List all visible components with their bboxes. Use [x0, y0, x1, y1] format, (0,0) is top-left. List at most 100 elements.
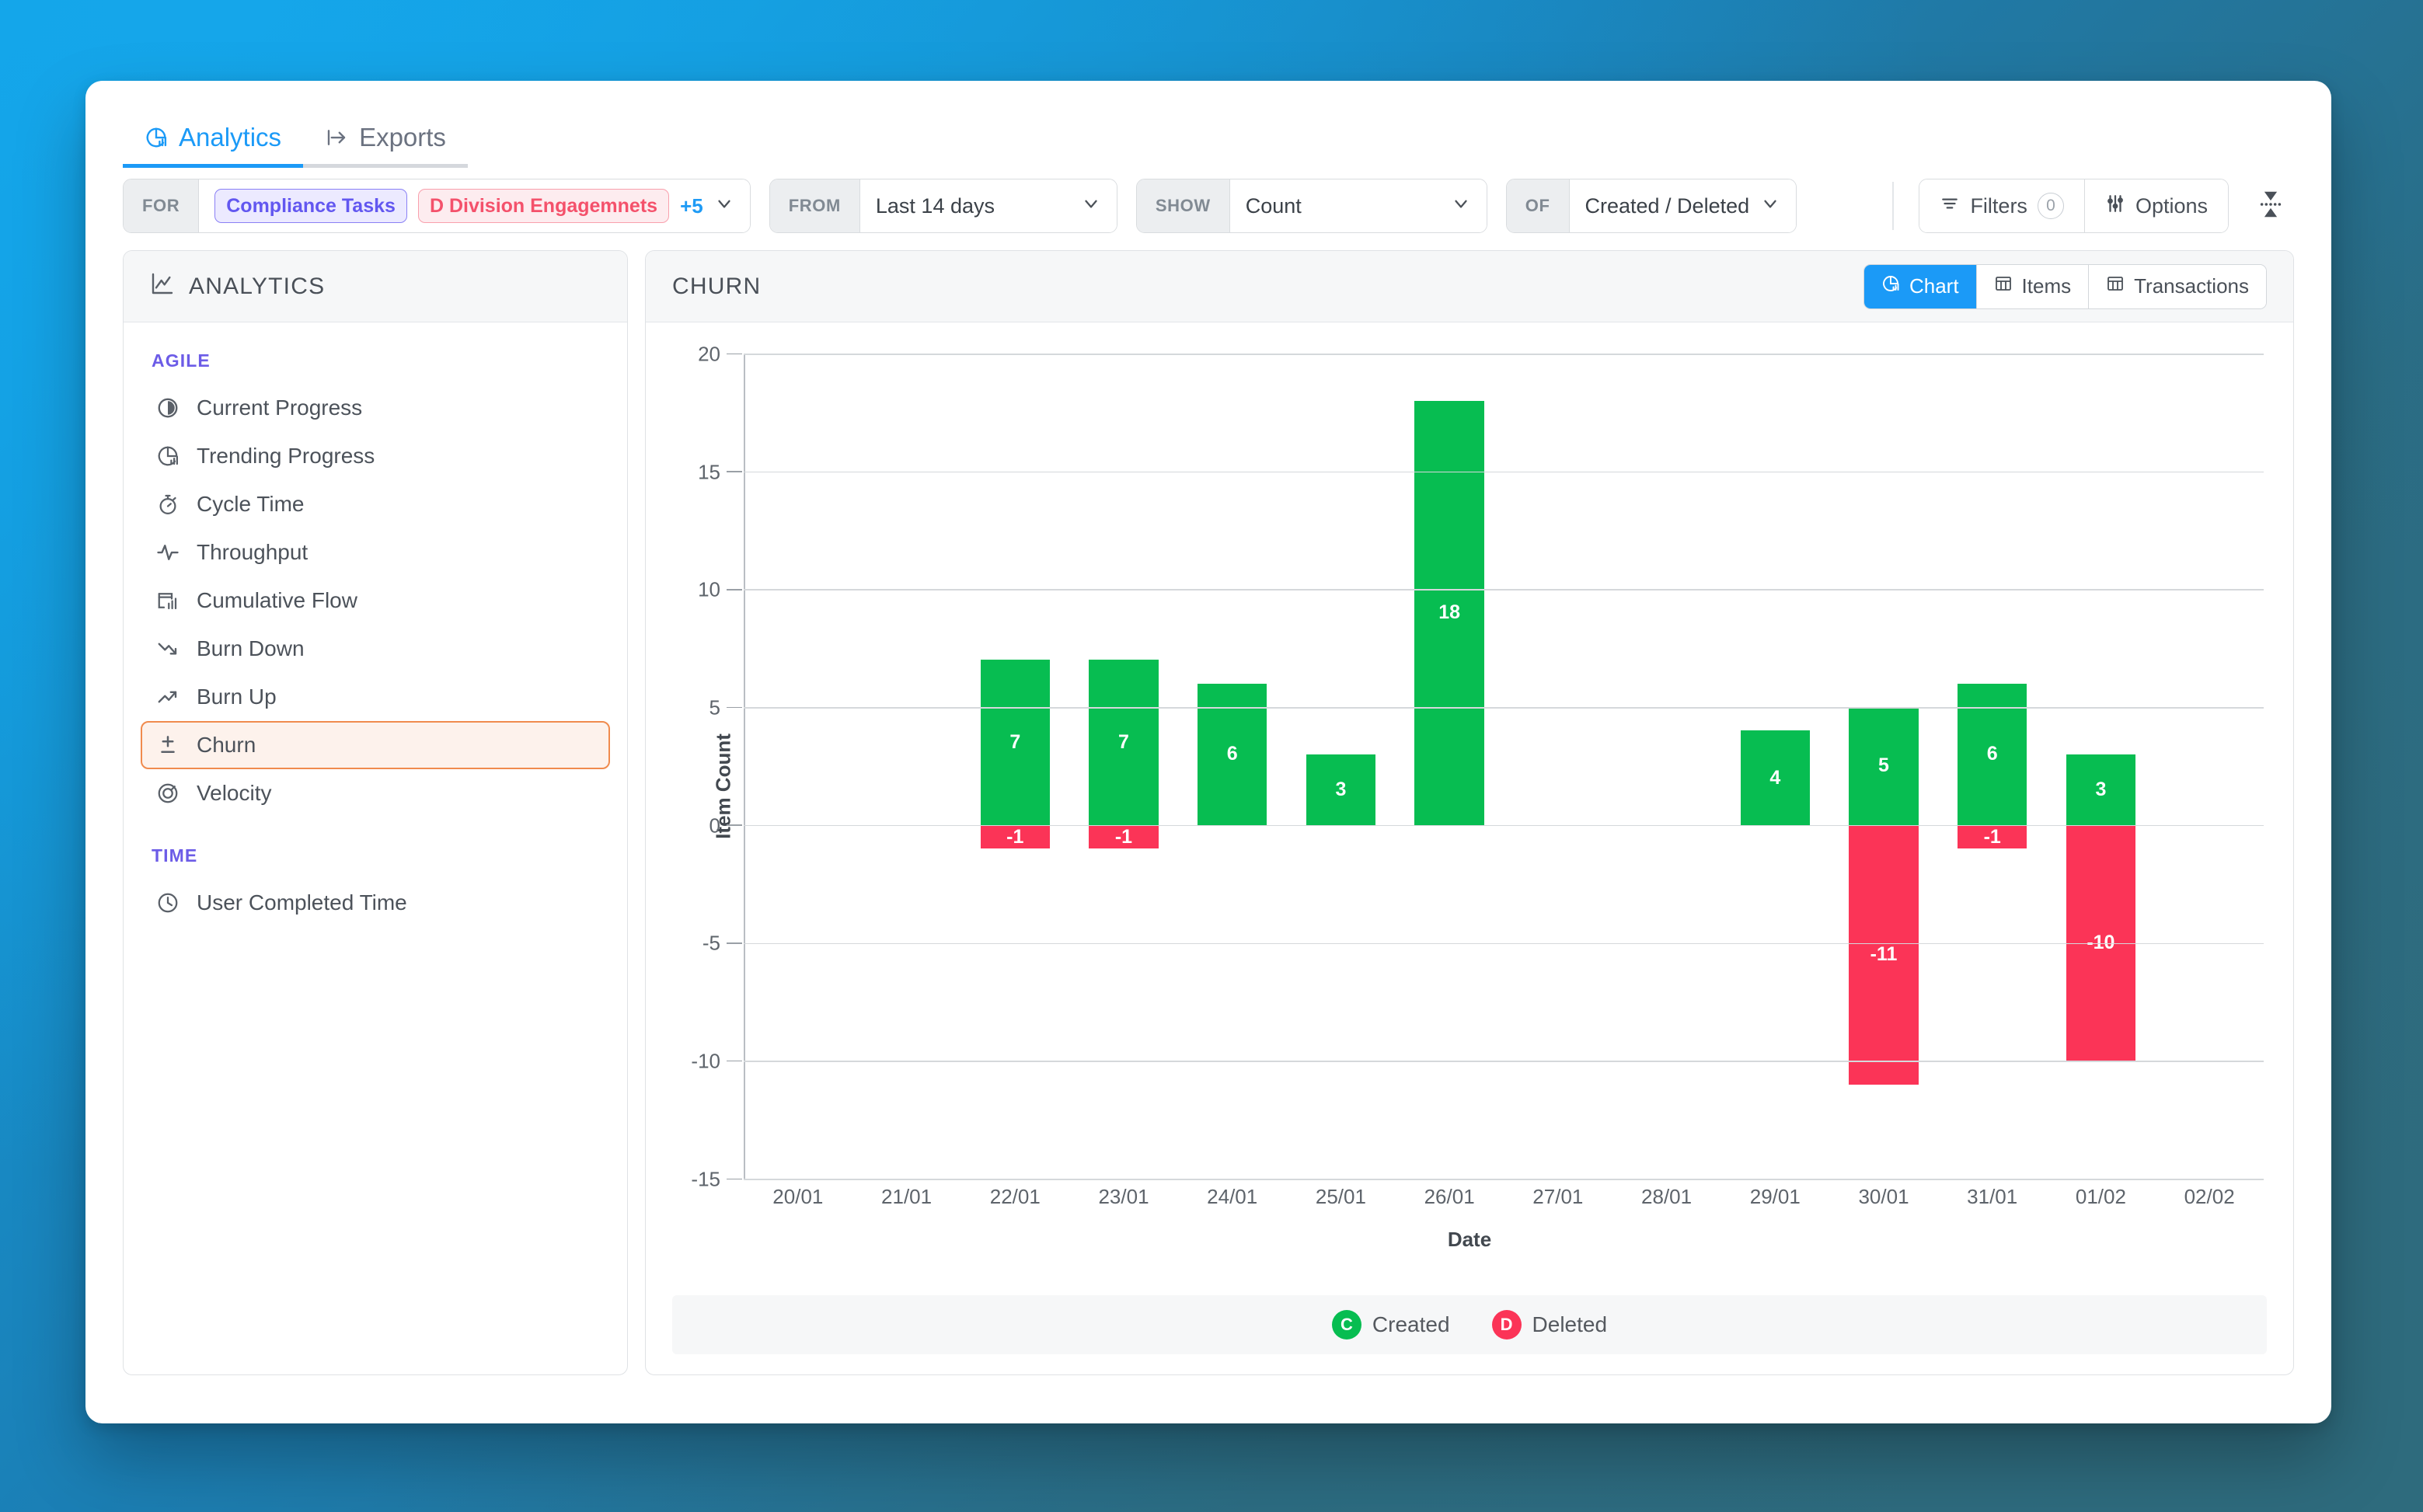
tab-transactions[interactable]: Transactions	[2088, 265, 2266, 308]
x-tick-label: 02/02	[2184, 1185, 2235, 1209]
tab-transactions-label: Transactions	[2134, 274, 2249, 298]
bar-column	[1504, 354, 1612, 1179]
x-tick-label: 30/01	[1858, 1185, 1909, 1209]
bar-deleted[interactable]: -1	[1089, 825, 1158, 848]
gridline: 10	[744, 589, 2264, 591]
from-label: FROM	[770, 179, 860, 232]
sidebar-item-user-completed-time[interactable]: User Completed Time	[141, 879, 610, 927]
bar-column: 3	[1287, 354, 1396, 1179]
options-button[interactable]: Options	[2084, 179, 2228, 232]
sidebar-item-burn-up[interactable]: Burn Up	[141, 673, 610, 721]
bar-column	[744, 354, 852, 1179]
chip-d-division-engagemnets[interactable]: D Division Engagemnets	[418, 189, 669, 224]
sidebar-item-cumulative-flow[interactable]: Cumulative Flow	[141, 577, 610, 625]
toolbar-divider	[1892, 182, 1894, 230]
pie-chart-icon	[145, 126, 168, 149]
bar-created[interactable]: 7	[981, 660, 1050, 824]
pie-chart-icon	[1881, 274, 1900, 298]
expand-collapse-icon	[2255, 184, 2286, 228]
sidebar-item-label: Current Progress	[197, 395, 362, 420]
gridline: 20	[744, 354, 2264, 355]
tab-analytics[interactable]: Analytics	[123, 124, 303, 168]
for-value[interactable]: Compliance Tasks D Division Engagemnets …	[199, 179, 749, 232]
of-select[interactable]: Created / Deleted	[1570, 179, 1797, 232]
table-icon	[2106, 274, 2125, 298]
x-tick-label: 23/01	[1098, 1185, 1149, 1209]
bar-column: 3-10	[2047, 354, 2156, 1179]
y-tick-label: 5	[709, 695, 720, 719]
top-tabbar: Analytics Exports	[85, 81, 2331, 168]
y-tick-label: -10	[691, 1050, 720, 1074]
show-value: Count	[1246, 194, 1302, 218]
y-tick	[727, 354, 742, 355]
sidebar-item-churn[interactable]: Churn	[141, 721, 610, 769]
bar-created[interactable]: 6	[1958, 684, 2027, 825]
tab-exports-label: Exports	[359, 124, 446, 150]
chevron-down-icon	[1760, 193, 1780, 219]
clock-icon	[155, 891, 181, 915]
chart-panel-header: CHURN Chart	[646, 251, 2293, 322]
chart-panel: CHURN Chart	[645, 250, 2294, 1375]
tab-chart[interactable]: Chart	[1864, 265, 1976, 308]
chart-legend: C Created D Deleted	[672, 1295, 2267, 1354]
y-tick	[727, 1179, 742, 1180]
bar-created[interactable]: 4	[1741, 730, 1810, 824]
sidebar-item-label: Cycle Time	[197, 492, 304, 517]
bar-column	[2155, 354, 2264, 1179]
chevron-down-icon[interactable]	[714, 193, 734, 219]
of-value: Created / Deleted	[1585, 194, 1750, 218]
view-toggle-group: Chart Items	[1863, 264, 2267, 309]
filter-toolbar: FOR Compliance Tasks D Division Engagemn…	[85, 168, 2331, 250]
bar-column: 6	[1178, 354, 1287, 1179]
x-tick-label: 25/01	[1316, 1185, 1366, 1209]
y-tick	[727, 824, 742, 826]
legend-item-created[interactable]: C Created	[1332, 1310, 1450, 1340]
sidebar-item-burn-down[interactable]: Burn Down	[141, 625, 610, 673]
sidebar-item-current-progress[interactable]: Current Progress	[141, 384, 610, 432]
bar-created[interactable]: 5	[1849, 707, 1918, 825]
x-axis-labels: 20/0121/0122/0123/0124/0125/0126/0127/01…	[744, 1185, 2264, 1216]
gridline: -10	[744, 1061, 2264, 1062]
tab-items[interactable]: Items	[1976, 265, 2089, 308]
chip-compliance-tasks[interactable]: Compliance Tasks	[214, 189, 407, 224]
filters-button[interactable]: Filters 0	[1919, 179, 2084, 232]
for-label: FOR	[124, 179, 199, 232]
for-more-count[interactable]: +5	[680, 194, 703, 218]
from-select[interactable]: Last 14 days	[860, 179, 1117, 232]
sidebar-item-throughput[interactable]: Throughput	[141, 528, 610, 577]
bar-created[interactable]: 6	[1198, 684, 1267, 825]
legend-deleted-dot: D	[1492, 1310, 1522, 1340]
bar-deleted[interactable]: -1	[1958, 825, 2027, 848]
bar-column	[1612, 354, 1721, 1179]
sidebar-item-cycle-time[interactable]: Cycle Time	[141, 480, 610, 528]
show-select[interactable]: Count	[1230, 179, 1487, 232]
stacked-bars-icon	[155, 589, 181, 612]
y-tick-label: 20	[698, 342, 720, 366]
gridline: 0	[744, 825, 2264, 827]
stopwatch-icon	[155, 493, 181, 516]
plus-minus-icon	[155, 733, 181, 757]
bar-created[interactable]: 3	[2066, 754, 2135, 825]
tab-items-label: Items	[2022, 274, 2072, 298]
bar-created[interactable]: 7	[1089, 660, 1158, 824]
bar-created[interactable]: 18	[1414, 401, 1483, 825]
sidebar-section-agile-label: AGILE	[124, 322, 627, 384]
bar-deleted[interactable]: -11	[1849, 825, 1918, 1085]
churn-bar-chart: Item Count 7-17-1631845-116-13-10 201510…	[672, 343, 2267, 1230]
expand-collapse-button[interactable]	[2247, 184, 2294, 228]
sidebar-item-trending-progress[interactable]: Trending Progress	[141, 432, 610, 480]
pie-chart-icon	[155, 444, 181, 468]
options-button-label: Options	[2135, 194, 2208, 218]
bar-created[interactable]: 3	[1306, 754, 1375, 825]
gridline: -5	[744, 943, 2264, 945]
bar-deleted[interactable]: -1	[981, 825, 1050, 848]
sidebar-item-velocity[interactable]: Velocity	[141, 769, 610, 817]
y-tick-label: -5	[702, 932, 720, 956]
filters-button-label: Filters	[1970, 194, 2027, 218]
tab-chart-label: Chart	[1909, 274, 1959, 298]
chevron-down-icon	[1081, 193, 1101, 219]
legend-item-deleted[interactable]: D Deleted	[1492, 1310, 1608, 1340]
legend-deleted-label: Deleted	[1532, 1312, 1608, 1337]
show-filter-group: SHOW Count	[1136, 179, 1487, 233]
tab-exports[interactable]: Exports	[303, 124, 468, 168]
